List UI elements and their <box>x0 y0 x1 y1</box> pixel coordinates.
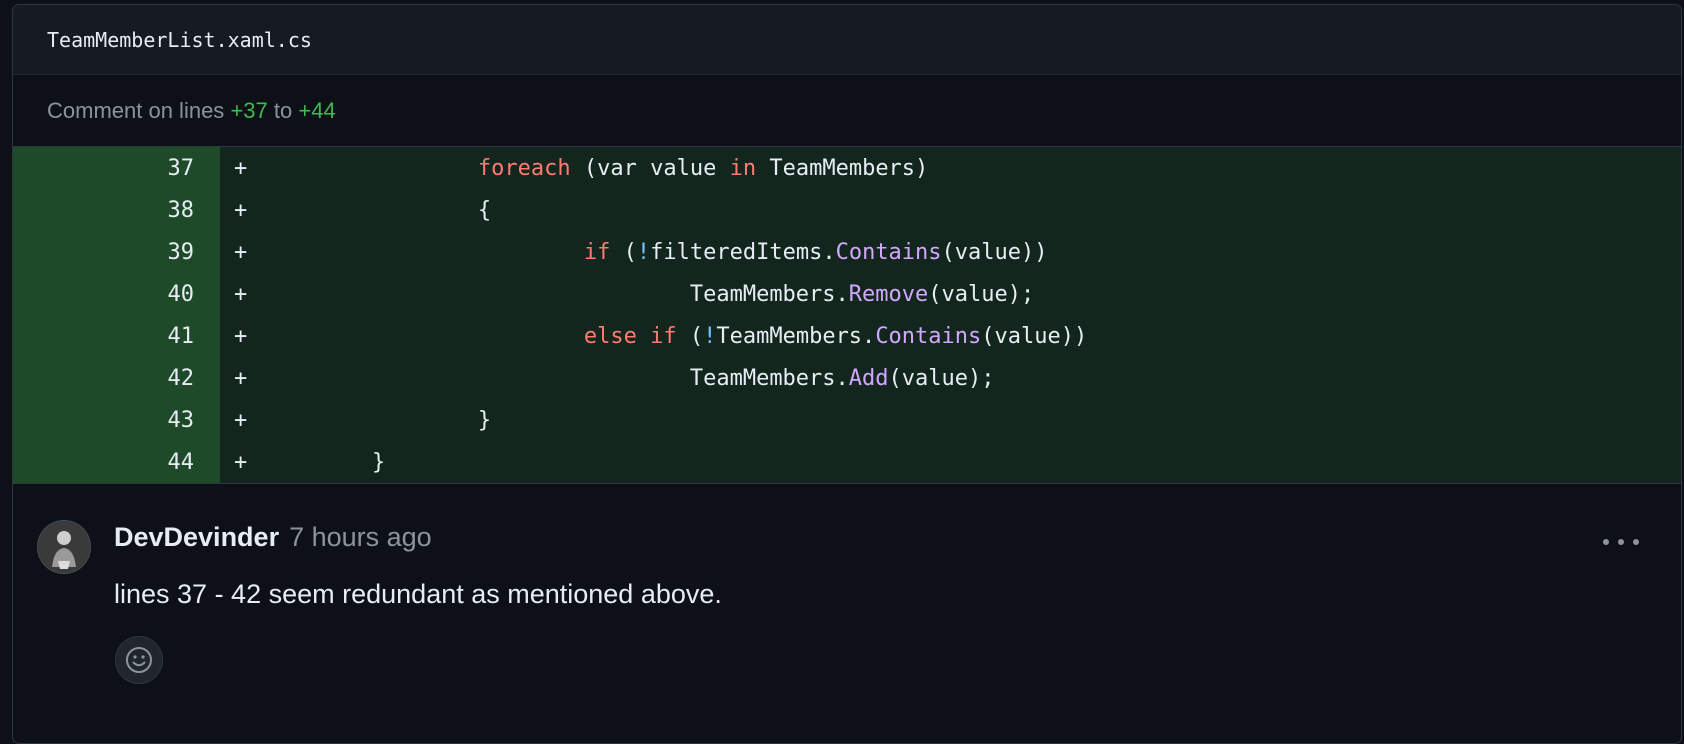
code-token: Add <box>848 365 889 391</box>
code-token: ( <box>570 155 598 181</box>
code-token: (value)) <box>981 323 1088 349</box>
code-line: if (!filteredItems.Contains(value)) <box>266 240 1048 265</box>
code-line: else if (!TeamMembers.Contains(value)) <box>266 324 1087 349</box>
code-token: Contains <box>875 323 982 349</box>
avatar[interactable] <box>37 520 91 574</box>
code-token: TeamMembers) <box>756 155 929 181</box>
diff-added-marker: + <box>234 155 248 181</box>
diff-added-marker: + <box>234 407 248 433</box>
comment-range: Comment on lines +37 to +44 <box>13 75 1681 147</box>
diff-line-44[interactable]: 44 + } <box>13 441 1681 483</box>
diff-table: 37 + foreach (var value in TeamMembers) 38… <box>13 147 1681 484</box>
code-token: TeamMembers. <box>689 281 849 307</box>
code-token: (value); <box>928 281 1035 307</box>
line-number[interactable]: 37 <box>13 147 220 189</box>
diff-line-41[interactable]: 41 + else if (!TeamMembers.Contains(value… <box>13 315 1681 357</box>
code-token: } <box>371 449 386 475</box>
line-number[interactable]: 38 <box>13 189 220 231</box>
diff-added-marker: + <box>234 365 248 391</box>
diff-line-37[interactable]: 37 + foreach (var value in TeamMembers) <box>13 147 1681 189</box>
code-token: foreach <box>477 155 571 181</box>
diff-line-42[interactable]: 42 + TeamMembers.Add(value); <box>13 357 1681 399</box>
smiley-icon <box>126 647 152 673</box>
comment-timestamp[interactable]: 7 hours ago <box>289 522 432 553</box>
line-number[interactable]: 42 <box>13 357 220 399</box>
diff-added-marker: + <box>234 281 248 307</box>
code-line: TeamMembers.Add(value); <box>266 366 995 391</box>
diff-line-40[interactable]: 40 + TeamMembers.Remove(value); <box>13 273 1681 315</box>
comment-range-prefix: Comment on lines <box>47 97 225 123</box>
comment-range-end: +44 <box>298 97 336 123</box>
diff-added-marker: + <box>234 449 248 475</box>
code-line: TeamMembers.Remove(value); <box>266 282 1034 307</box>
code-line: foreach (var value in TeamMembers) <box>266 156 928 181</box>
code-token: ( <box>610 239 637 265</box>
diff-line-38[interactable]: 38 + { <box>13 189 1681 231</box>
comment-header: DevDevinder 7 hours ago <box>114 522 432 553</box>
code-token: value <box>636 155 730 181</box>
comment-range-to: to <box>273 97 293 123</box>
dot <box>1618 539 1624 545</box>
comment-range-start: +37 <box>230 97 268 123</box>
code-token: var <box>597 155 637 181</box>
code-token: in <box>729 155 757 181</box>
code-token: (value)) <box>941 239 1048 265</box>
code-token: if <box>583 239 611 265</box>
code-token: Contains <box>835 239 942 265</box>
line-number[interactable]: 43 <box>13 399 220 441</box>
diff-line-43[interactable]: 43 + } <box>13 399 1681 441</box>
file-name[interactable]: TeamMemberList.xaml.cs <box>47 28 312 52</box>
comment-body: lines 37 - 42 seem redundant as mentione… <box>114 579 722 609</box>
line-number[interactable]: 39 <box>13 231 220 273</box>
diff-added-marker: + <box>234 197 248 223</box>
code-token: filteredItems. <box>650 239 836 265</box>
code-token: ! <box>636 239 651 265</box>
kebab-horizontal-icon[interactable] <box>1603 530 1639 554</box>
code-token: TeamMembers. <box>716 323 876 349</box>
code-token: ! <box>703 323 717 349</box>
add-reaction-button[interactable] <box>115 636 163 684</box>
author-name[interactable]: DevDevinder <box>114 522 279 553</box>
review-comment-card: TeamMemberList.xaml.cs Comment on lines … <box>12 4 1682 744</box>
diff-added-marker: + <box>234 239 248 265</box>
code-token: } <box>477 407 492 433</box>
code-line: } <box>266 408 491 433</box>
dot <box>1633 539 1639 545</box>
diff-added-marker: + <box>234 323 248 349</box>
code-line: } <box>266 450 385 475</box>
code-token: else if <box>583 323 677 349</box>
code-token: Remove <box>848 281 929 307</box>
code-line: { <box>266 198 491 223</box>
line-number[interactable]: 41 <box>13 315 220 357</box>
dot <box>1603 539 1609 545</box>
user-avatar-icon <box>38 521 90 573</box>
code-token: ( <box>676 323 704 349</box>
line-number[interactable]: 40 <box>13 273 220 315</box>
diff-line-39[interactable]: 39 + if (!filteredItems.Contains(value)) <box>13 231 1681 273</box>
file-header: TeamMemberList.xaml.cs <box>13 5 1681 75</box>
code-token: { <box>477 197 492 223</box>
code-token: (value); <box>888 365 995 391</box>
code-token: TeamMembers. <box>689 365 849 391</box>
line-number[interactable]: 44 <box>13 441 220 483</box>
